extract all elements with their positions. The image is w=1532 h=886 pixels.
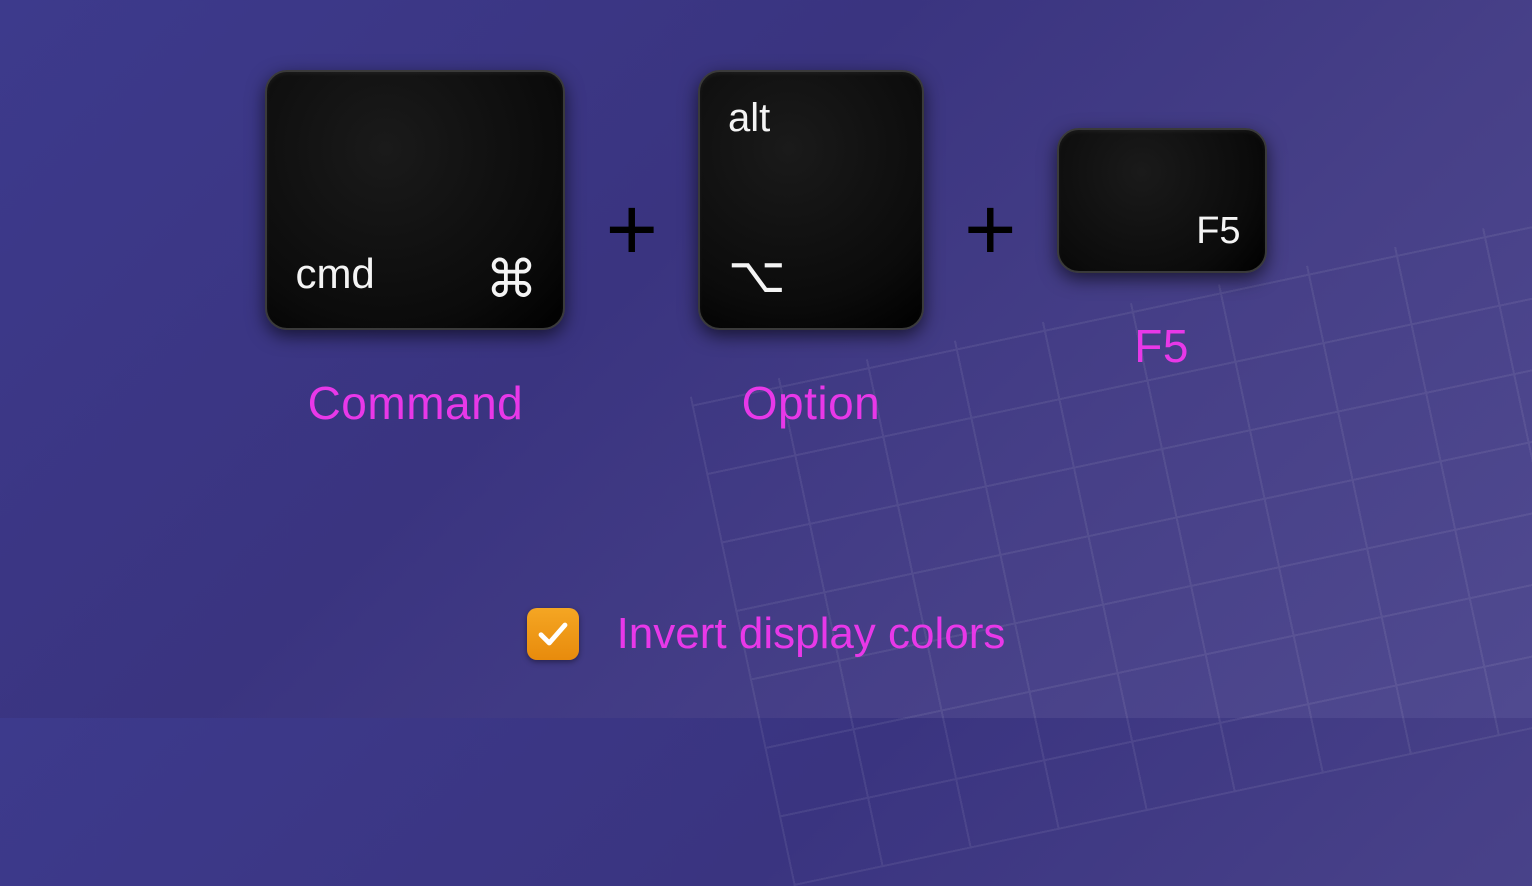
plus-separator-2: + <box>964 120 1017 380</box>
invert-colors-checkbox[interactable] <box>527 608 579 660</box>
command-key-label: Command <box>308 376 524 430</box>
command-key-group: cmd ⌘ Command <box>265 70 565 430</box>
f5-key-label: F5 <box>1134 319 1189 373</box>
option-key-group: alt ⌥ Option <box>698 70 924 430</box>
shortcut-keys-row: cmd ⌘ Command + alt ⌥ Option + F5 F5 <box>0 70 1532 430</box>
plus-icon: + <box>964 185 1017 315</box>
plus-separator-1: + <box>605 120 658 380</box>
f5-key-text: F5 <box>1196 210 1240 253</box>
invert-colors-label: Invert display colors <box>617 609 1006 659</box>
f5-key: F5 <box>1057 128 1267 273</box>
option-row: Invert display colors <box>0 608 1532 660</box>
option-symbol-icon: ⌥ <box>728 250 786 300</box>
f5-key-group: F5 F5 <box>1057 128 1267 373</box>
command-symbol-icon: ⌘ <box>485 254 537 306</box>
option-key-text: alt <box>728 96 770 141</box>
command-key-text: cmd <box>295 250 374 298</box>
option-key-label: Option <box>742 376 881 430</box>
plus-icon: + <box>605 185 658 315</box>
checkmark-icon <box>535 616 571 652</box>
command-key: cmd ⌘ <box>265 70 565 330</box>
option-key: alt ⌥ <box>698 70 924 330</box>
